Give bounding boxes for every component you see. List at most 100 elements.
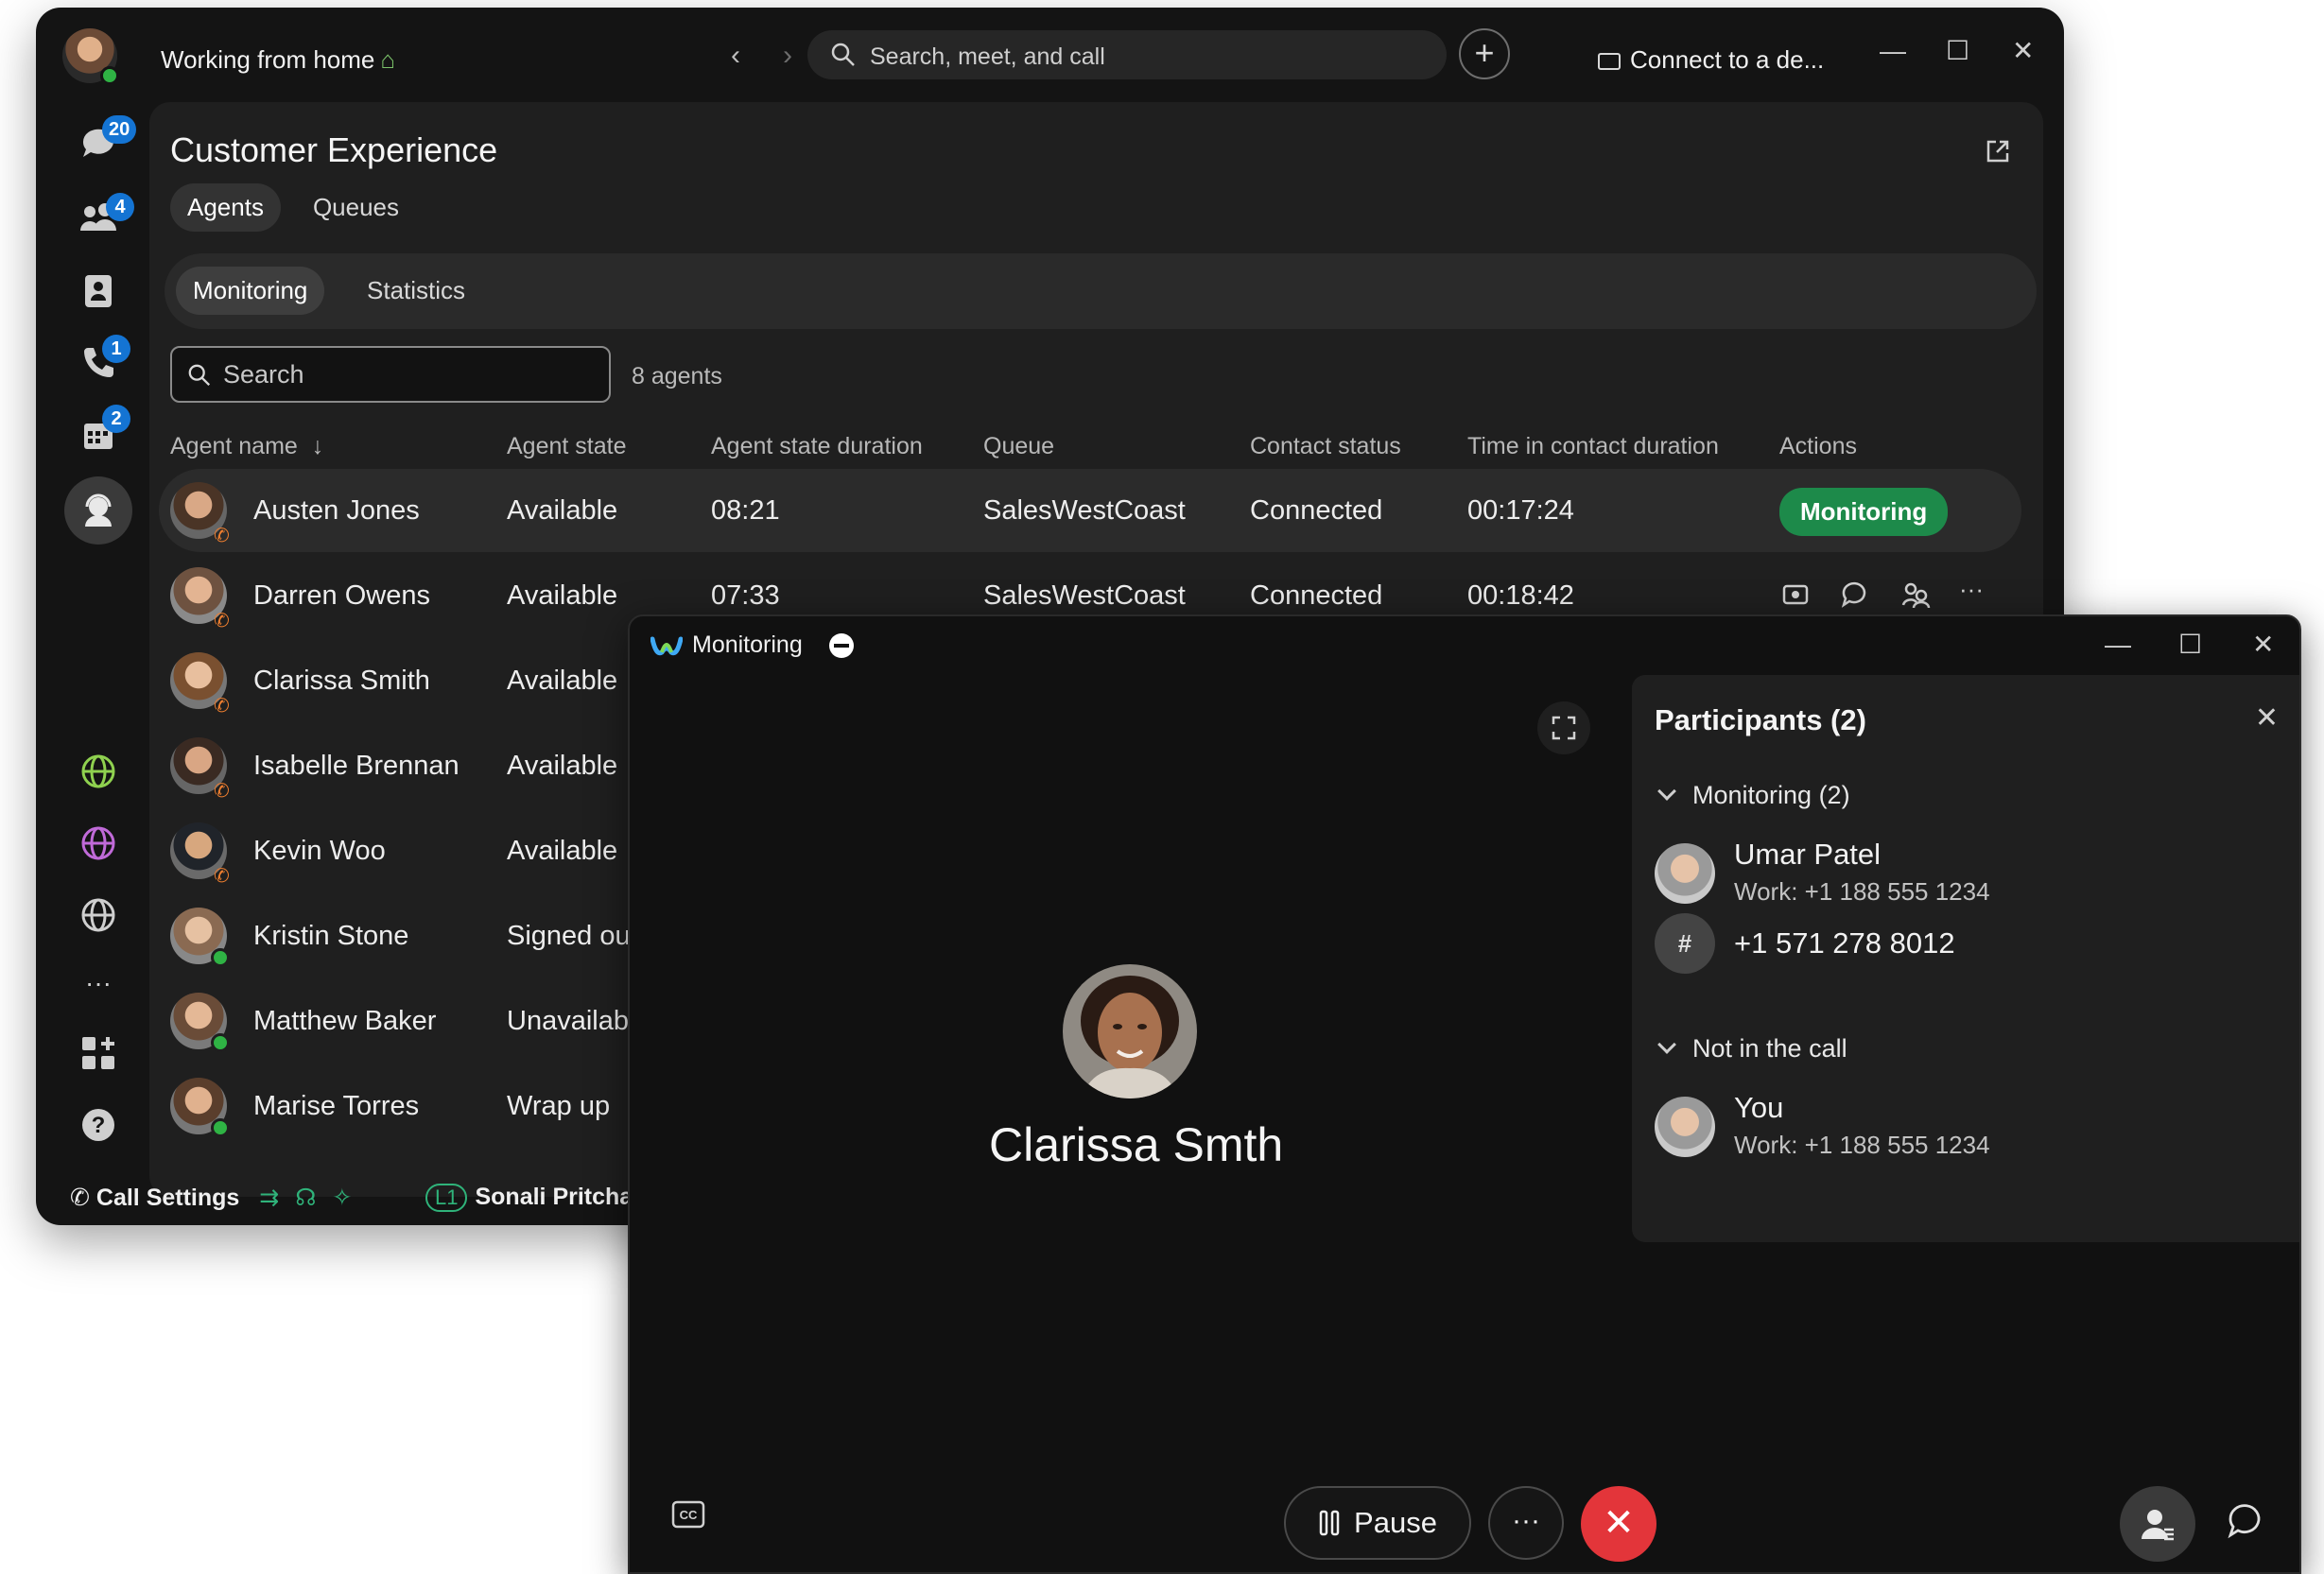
close-button[interactable]: ✕ — [2012, 38, 2034, 64]
global-search-placeholder: Search, meet, and call — [870, 43, 1105, 70]
presence-indicator — [211, 1033, 230, 1052]
avatar — [1655, 1097, 1715, 1157]
close-button[interactable]: ✕ — [2252, 631, 2274, 658]
monitor-icon[interactable] — [1781, 580, 1810, 609]
self-avatar[interactable] — [62, 28, 119, 85]
call-settings-button[interactable]: ✆ Call Settings ⇉ ☊ ✧ — [70, 1184, 352, 1212]
queue: SalesWestCoast — [983, 495, 1186, 526]
avatar — [170, 1078, 230, 1137]
participants-icon — [2142, 1510, 2174, 1541]
monitoring-section-label: Monitoring (2) — [1692, 781, 1850, 809]
agent-search-input[interactable] — [223, 355, 592, 393]
agent-name: Clarissa Smith — [253, 666, 430, 696]
col-agent-name[interactable]: Agent name ↓ — [170, 433, 323, 460]
more-options-button[interactable]: ··· — [1488, 1486, 1564, 1560]
sidebar-customer-experience[interactable] — [64, 476, 132, 545]
fullscreen-button[interactable] — [1537, 701, 1590, 754]
agent-state: Unavailabl — [507, 1006, 635, 1036]
sidebar-app-green[interactable] — [68, 741, 129, 802]
avatar: ✆ — [170, 652, 230, 717]
globe-icon — [81, 826, 115, 860]
phone-icon: ✆ — [214, 611, 230, 631]
tab-statistics[interactable]: Statistics — [350, 267, 482, 315]
caller-avatar — [1063, 964, 1197, 1098]
sidebar-teams[interactable]: 4 — [68, 187, 134, 248]
svg-text:CC: CC — [680, 1508, 698, 1522]
forward-icon[interactable]: › — [783, 42, 792, 70]
apps-icon — [82, 1037, 114, 1069]
sidebar-meetings[interactable]: 2 — [68, 405, 130, 465]
sidebar-app-purple[interactable] — [68, 813, 129, 873]
connect-device-button[interactable]: Connect to a de... — [1598, 45, 1824, 75]
page-title: Customer Experience — [170, 130, 498, 169]
agent-search[interactable] — [170, 346, 611, 403]
maximize-button[interactable]: ☐ — [1946, 38, 1969, 64]
user-status[interactable]: Working from home ⌂ — [161, 45, 395, 75]
col-agent-state[interactable]: Agent state — [507, 433, 626, 460]
col-agent-state-duration[interactable]: Agent state duration — [711, 433, 923, 460]
more-icon[interactable]: ··· — [68, 953, 129, 1013]
caller-portrait — [1063, 964, 1197, 1098]
cc-icon[interactable]: CC — [671, 1500, 705, 1529]
participants-heading: Participants (2) — [1655, 703, 1866, 736]
tab-queues[interactable]: Queues — [296, 183, 416, 232]
participant-name: +1 571 278 8012 — [1734, 926, 1955, 960]
house-icon: ⌂ — [380, 45, 396, 74]
close-icon[interactable]: ✕ — [2255, 701, 2279, 735]
chevron-down-icon — [1657, 1035, 1676, 1054]
avatar — [170, 908, 230, 967]
global-search[interactable]: Search, meet, and call — [807, 30, 1447, 79]
monitoring-title-text: Monitoring — [692, 631, 803, 658]
row-more-icon[interactable]: ··· — [1959, 575, 1984, 604]
agent-state: Available — [507, 666, 618, 696]
minimize-button[interactable]: — — [2105, 631, 2131, 658]
end-call-button[interactable]: ✕ — [1581, 1486, 1656, 1562]
phone-icon: ✆ — [214, 781, 230, 802]
line-indicator[interactable]: L1 Sonali Pritcha — [425, 1184, 633, 1212]
agent-icon — [85, 493, 112, 527]
barge-in-icon[interactable] — [1900, 580, 1931, 609]
plus-icon[interactable]: + — [1459, 28, 1510, 79]
monitoring-title: Monitoring — [650, 631, 854, 659]
agent-state: Available — [507, 836, 618, 866]
table-row[interactable]: ✆ Austen Jones Available 08:21 SalesWest… — [159, 469, 2021, 552]
sidebar-help[interactable]: ? — [68, 1095, 129, 1155]
avatar: ✆ — [170, 567, 230, 631]
chat-icon[interactable] — [2226, 1501, 2263, 1539]
pause-label: Pause — [1354, 1506, 1437, 1539]
avatar: ✆ — [170, 737, 230, 802]
maximize-button[interactable]: ☐ — [2178, 631, 2202, 658]
end-call-icon: ✕ — [1603, 1502, 1635, 1544]
sidebar-app-grey[interactable] — [68, 885, 129, 945]
teams-badge: 4 — [106, 193, 134, 221]
connect-device-label: Connect to a de... — [1630, 45, 1825, 74]
agent-name: Kevin Woo — [253, 836, 386, 866]
col-contact-status[interactable]: Contact status — [1250, 433, 1401, 460]
back-icon[interactable]: ‹ — [731, 42, 740, 70]
monitoring-section-toggle[interactable]: Monitoring (2) — [1655, 781, 1850, 810]
voicemail-icon[interactable]: ✧ — [332, 1185, 352, 1211]
call-pickup-icon[interactable]: ☊ — [295, 1185, 316, 1211]
pause-button[interactable]: Pause — [1284, 1486, 1471, 1560]
agent-state: Available — [507, 751, 618, 781]
sidebar-messages[interactable]: 20 — [68, 113, 137, 174]
contacts-icon — [85, 275, 112, 307]
help-icon: ? — [82, 1109, 114, 1141]
agent-state: Available — [507, 495, 618, 526]
tab-monitoring[interactable]: Monitoring — [176, 267, 325, 315]
sidebar-calls[interactable]: 1 — [68, 333, 130, 393]
col-queue[interactable]: Queue — [983, 433, 1054, 460]
whisper-chat-icon[interactable] — [1840, 580, 1868, 609]
sidebar-contacts[interactable] — [68, 261, 129, 321]
caller-name: Clarissa Smth — [989, 1118, 1284, 1171]
popout-icon[interactable] — [1985, 138, 2011, 164]
minimize-button[interactable]: — — [1880, 38, 1906, 64]
agent-name: Austen Jones — [253, 495, 420, 526]
monitoring-status-button[interactable]: Monitoring — [1779, 488, 1949, 536]
call-forward-icon[interactable]: ⇉ — [259, 1185, 279, 1211]
sidebar-apps[interactable] — [68, 1023, 129, 1083]
col-time-in-contact[interactable]: Time in contact duration — [1467, 433, 1719, 460]
not-in-call-section-toggle[interactable]: Not in the call — [1655, 1034, 1847, 1064]
participants-toggle-button[interactable] — [2120, 1486, 2195, 1562]
tab-agents[interactable]: Agents — [170, 183, 281, 232]
